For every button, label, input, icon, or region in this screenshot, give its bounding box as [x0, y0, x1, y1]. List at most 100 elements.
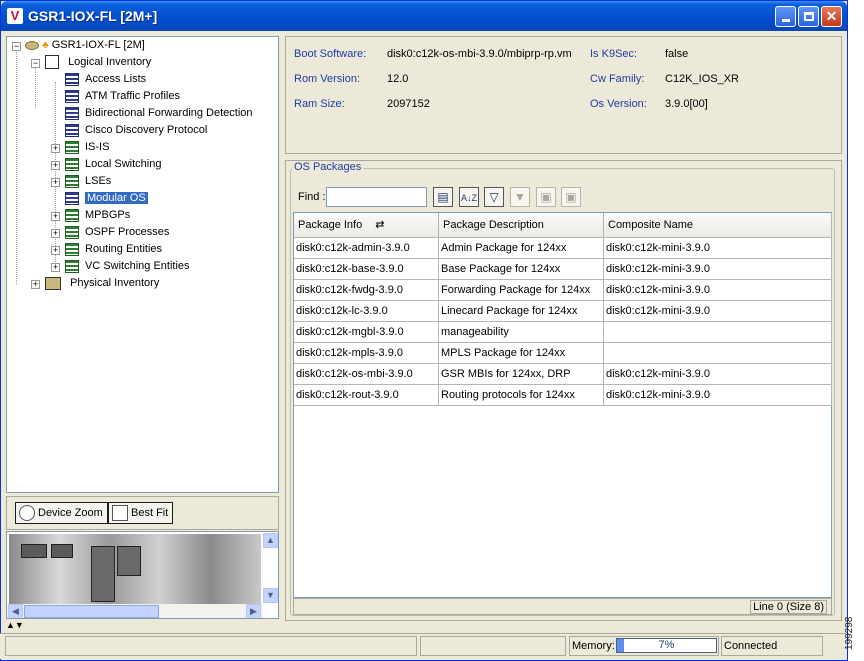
vc-switching-expand-toggle[interactable]: +: [51, 263, 60, 272]
table-cell[interactable]: GSR MBIs for 124xx, DRP: [439, 364, 604, 385]
table-cell[interactable]: disk0:c12k-fwdg-3.9.0: [294, 280, 439, 301]
connection-label: Connected: [724, 640, 778, 652]
mpbgps-expand-toggle[interactable]: +: [51, 212, 60, 221]
is-is-expand-toggle[interactable]: +: [51, 144, 60, 153]
clear-filter-icon: ▼: [514, 190, 526, 204]
chassis-slot-card: [21, 544, 47, 558]
title-bar[interactable]: V GSR1-IOX-FL [2M+] ✕: [1, 1, 847, 31]
find-label: Find :: [298, 191, 326, 203]
routing-entities-expand-toggle[interactable]: +: [51, 246, 60, 255]
tree-item-label: IS-IS: [85, 141, 110, 153]
print-button[interactable]: ▣: [561, 187, 581, 207]
device-zoom-button[interactable]: Device Zoom: [15, 502, 108, 524]
sort-az-icon: A↓Z: [460, 193, 477, 203]
chassis-slot-card: [91, 546, 115, 602]
table-icon: [65, 259, 79, 273]
tree-item-label: Cisco Discovery Protocol: [85, 124, 208, 136]
memory-percent: 7%: [658, 639, 675, 651]
table-cell[interactable]: disk0:c12k-os-mbi-3.9.0: [294, 364, 439, 385]
table-cell[interactable]: Admin Package for 124xx: [439, 238, 604, 259]
tree-item-bfd[interactable]: Bidirectional Forwarding Detection: [65, 105, 253, 122]
table-cell[interactable]: Routing protocols for 124xx: [439, 385, 604, 406]
table-cell[interactable]: disk0:c12k-mgbl-3.9.0: [294, 322, 439, 343]
find-input[interactable]: [326, 187, 427, 207]
table-cell[interactable]: disk0:c12k-rout-3.9.0: [294, 385, 439, 406]
tree-item-mpbgps[interactable]: MPBGPs: [65, 207, 130, 224]
column-header-composite-name[interactable]: Composite Name: [604, 213, 832, 238]
table-cell[interactable]: Forwarding Package for 124xx: [439, 280, 604, 301]
list-icon: [65, 123, 79, 137]
table-cell[interactable]: disk0:c12k-mini-3.9.0: [604, 385, 832, 406]
table-cell[interactable]: manageability: [439, 322, 604, 343]
boot-software-value: disk0:c12k-os-mbi-3.9.0/mbiprp-rp.vm: [387, 48, 572, 60]
column-header-label: Package Info: [298, 219, 363, 231]
table-properties-button[interactable]: ▤: [433, 187, 453, 207]
list-icon: [65, 106, 79, 120]
close-button[interactable]: ✕: [821, 6, 842, 27]
tree-item-modular-os[interactable]: Modular OS: [65, 190, 148, 207]
status-bar: Memory: 7% Connected: [0, 633, 846, 659]
column-header-package-info[interactable]: Package Info ⇄: [294, 213, 439, 238]
cw-family-label: Cw Family:: [590, 73, 645, 85]
chassis-slot-card: [117, 546, 141, 576]
table-cell[interactable]: Linecard Package for 124xx: [439, 301, 604, 322]
tree-root[interactable]: ♣ GSR1-IOX-FL [2M]: [25, 37, 145, 54]
local-switching-expand-toggle[interactable]: +: [51, 161, 60, 170]
tree-item-is-is[interactable]: IS-IS: [65, 139, 109, 156]
list-icon: [65, 72, 79, 86]
connection-status: Connected: [721, 636, 823, 656]
physical-inventory-expand-toggle[interactable]: +: [31, 280, 40, 289]
root-collapse-toggle[interactable]: −: [12, 42, 21, 51]
table-cell[interactable]: disk0:c12k-base-3.9.0: [294, 259, 439, 280]
chassis-scroll-down-button[interactable]: ▼: [263, 588, 278, 603]
table-cell[interactable]: disk0:c12k-lc-3.9.0: [294, 301, 439, 322]
tree-item-vc-switching-entities[interactable]: VC Switching Entities: [65, 258, 190, 275]
export-icon: ▣: [540, 190, 552, 204]
maximize-button[interactable]: [798, 6, 819, 27]
table-cell[interactable]: disk0:c12k-mini-3.9.0: [604, 238, 832, 259]
table-cell[interactable]: disk0:c12k-admin-3.9.0: [294, 238, 439, 259]
tree-item-cdp[interactable]: Cisco Discovery Protocol: [65, 122, 207, 139]
tree-item-local-switching[interactable]: Local Switching: [65, 156, 161, 173]
lses-expand-toggle[interactable]: +: [51, 178, 60, 187]
table-cell[interactable]: MPLS Package for 124xx: [439, 343, 604, 364]
tree-physical-inventory[interactable]: Physical Inventory: [45, 275, 159, 292]
logical-inventory-toggle[interactable]: −: [31, 59, 40, 68]
alarm-bell-icon: ♣: [42, 40, 49, 51]
inventory-tree[interactable]: − ♣ GSR1-IOX-FL [2M] − Logical Inventory…: [6, 36, 279, 493]
chassis-scroll-right-button[interactable]: ▶: [246, 604, 261, 618]
table-cell[interactable]: disk0:c12k-mini-3.9.0: [604, 364, 832, 385]
table-cell[interactable]: disk0:c12k-mini-3.9.0: [604, 259, 832, 280]
filter-button[interactable]: ▽: [484, 187, 504, 207]
chassis-scroll-up-button[interactable]: ▲: [263, 533, 278, 548]
table-cell[interactable]: disk0:c12k-mpls-3.9.0: [294, 343, 439, 364]
table-cell[interactable]: disk0:c12k-mini-3.9.0: [604, 280, 832, 301]
export-button[interactable]: ▣: [536, 187, 556, 207]
split-arrows-icon[interactable]: ▲▼: [6, 620, 24, 630]
table-cell[interactable]: [604, 343, 832, 364]
tree-logical-inventory[interactable]: Logical Inventory: [45, 54, 151, 71]
table-cell[interactable]: Base Package for 124xx: [439, 259, 604, 280]
fit-icon: [112, 505, 128, 521]
table-footer: Line 0 (Size 8): [293, 598, 832, 615]
rom-version-label: Rom Version:: [294, 73, 361, 85]
tree-item-lses[interactable]: LSEs: [65, 173, 111, 190]
table-cell[interactable]: disk0:c12k-mini-3.9.0: [604, 301, 832, 322]
chassis-view[interactable]: ▲ ▼ ◀ ▶: [6, 531, 279, 619]
table-cell[interactable]: [604, 322, 832, 343]
tree-item-routing-entities[interactable]: Routing Entities: [65, 241, 162, 258]
chassis-scroll-thumb[interactable]: [24, 605, 159, 618]
minimize-button[interactable]: [775, 6, 796, 27]
device-zoom-label: Device Zoom: [38, 507, 103, 519]
ospf-expand-toggle[interactable]: +: [51, 229, 60, 238]
tree-root-label: GSR1-IOX-FL [2M]: [51, 39, 145, 51]
packages-table[interactable]: Package Info ⇄ Package Description Compo…: [293, 212, 832, 598]
sort-button[interactable]: A↓Z: [459, 187, 479, 207]
best-fit-button[interactable]: Best Fit: [108, 502, 174, 524]
clear-filter-button[interactable]: ▼: [510, 187, 530, 207]
tree-item-access-lists[interactable]: Access Lists: [65, 71, 146, 88]
column-header-package-description[interactable]: Package Description: [439, 213, 604, 238]
tree-item-ospf-processes[interactable]: OSPF Processes: [65, 224, 169, 241]
tree-item-atm-traffic-profiles[interactable]: ATM Traffic Profiles: [65, 88, 180, 105]
chassis-scroll-left-button[interactable]: ◀: [8, 604, 23, 618]
